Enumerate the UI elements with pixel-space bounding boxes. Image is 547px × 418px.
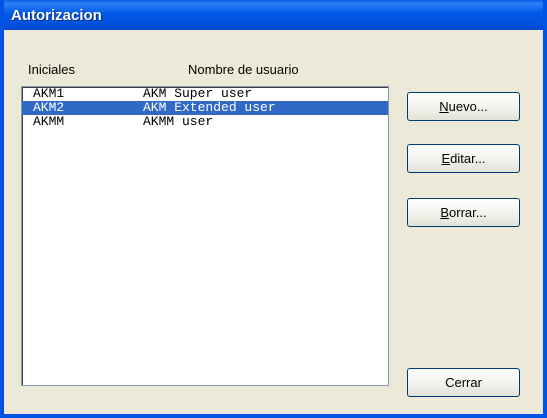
delete-button-mnemonic: B bbox=[440, 205, 450, 220]
title-bar[interactable]: Autorizacion bbox=[4, 0, 543, 30]
edit-button-mnemonic: E bbox=[441, 151, 451, 166]
list-item[interactable]: AKM1 AKM Super user bbox=[22, 87, 388, 101]
list-item[interactable]: AKMM AKMM user bbox=[22, 115, 388, 129]
list-item-selected[interactable]: AKM2 AKM Extended user bbox=[22, 101, 388, 115]
new-button[interactable]: Nuevo... bbox=[407, 92, 520, 121]
column-header-initials: Iniciales bbox=[28, 62, 75, 77]
window-title: Autorizacion bbox=[11, 6, 102, 24]
user-name: AKMM user bbox=[143, 114, 214, 129]
authorization-dialog: Autorizacion Iniciales Nombre de usuario… bbox=[0, 0, 547, 418]
user-initials: AKM1 bbox=[33, 86, 65, 101]
close-button-label: Cerrar bbox=[445, 375, 482, 390]
delete-button-label: orrar... bbox=[449, 205, 487, 220]
new-button-mnemonic: N bbox=[439, 99, 449, 114]
users-listbox[interactable]: AKM1 AKM Super user AKM2 AKM Extended us… bbox=[21, 86, 389, 386]
user-name: AKM Super user bbox=[143, 86, 253, 101]
close-button[interactable]: Cerrar bbox=[407, 368, 520, 397]
user-name: AKM Extended user bbox=[143, 100, 276, 115]
delete-button[interactable]: Borrar... bbox=[407, 198, 520, 227]
edit-button-label: ditar... bbox=[450, 151, 486, 166]
user-initials: AKMM bbox=[33, 114, 65, 129]
edit-button[interactable]: Editar... bbox=[407, 144, 520, 173]
column-header-username: Nombre de usuario bbox=[188, 62, 299, 77]
new-button-label: uevo... bbox=[448, 99, 488, 114]
user-initials: AKM2 bbox=[33, 100, 65, 115]
